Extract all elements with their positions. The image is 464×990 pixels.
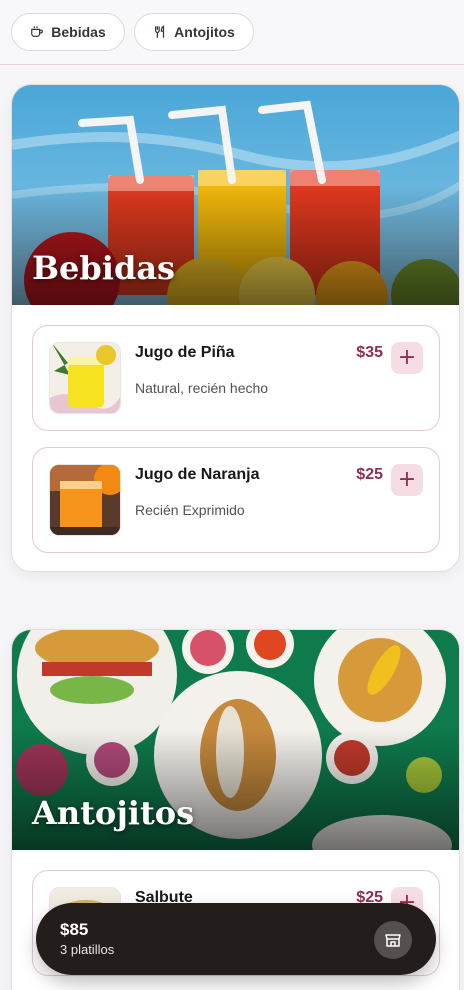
cup-icon: [31, 26, 44, 37]
section-hero-image: Antojitos: [12, 630, 459, 850]
section-hero-image: Bebidas: [12, 85, 459, 305]
filter-chip-antojitos[interactable]: Antojitos: [134, 13, 254, 51]
item-description: Natural, recién hecho: [135, 380, 269, 396]
item-name: Jugo de Naranja: [135, 466, 260, 483]
filter-chip-bebidas[interactable]: Bebidas: [11, 13, 125, 51]
item-description: Recién Exprimido: [135, 502, 245, 518]
cart-summary-bar[interactable]: $85 3 platillos: [36, 903, 436, 975]
item-price: $25: [356, 466, 383, 483]
cart-item-count: 3 platillos: [60, 942, 115, 957]
view-cart-button[interactable]: [374, 921, 412, 959]
section-title: Antojitos: [32, 794, 195, 832]
item-name: Jugo de Piña: [135, 344, 235, 361]
menu-item-card[interactable]: Jugo de Piña Natural, recién hecho $35 +: [32, 325, 440, 431]
menu-item-card[interactable]: Jugo de Naranja Recién Exprimido $25 +: [32, 447, 440, 553]
filter-chip-label: Bebidas: [51, 24, 106, 40]
category-filter-bar: Bebidas Antojitos: [0, 0, 464, 65]
item-price: $35: [356, 344, 383, 361]
filter-chip-label: Antojitos: [174, 24, 235, 40]
item-image-naranja: [49, 464, 121, 536]
plus-icon: +: [397, 345, 417, 370]
item-image-pina: [49, 342, 121, 414]
add-item-button[interactable]: +: [391, 342, 423, 374]
cart-total: $85: [60, 920, 89, 939]
section-title: Bebidas: [32, 249, 176, 287]
section-card-bebidas: Bebidas Jugo de Piña Natural, recién hec…: [11, 84, 460, 572]
plus-icon: +: [397, 467, 417, 492]
store-icon: [385, 934, 401, 947]
utensils-icon: [155, 25, 165, 38]
add-item-button[interactable]: +: [391, 464, 423, 496]
